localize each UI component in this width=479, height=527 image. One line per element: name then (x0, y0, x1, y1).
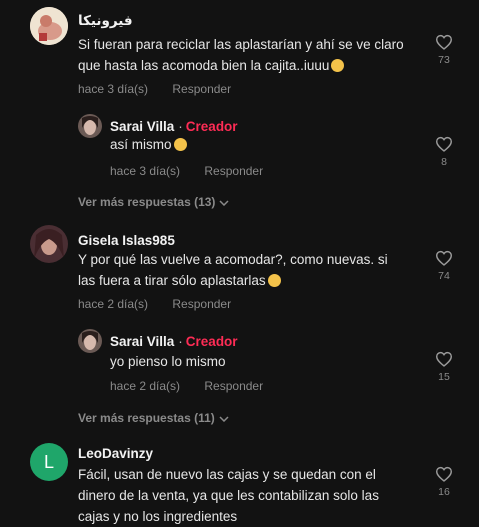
comment-meta: hace 2 día(s) Responder (78, 297, 231, 311)
like-count: 15 (438, 371, 450, 383)
like-button[interactable]: 73 (432, 34, 456, 66)
comment-text-line: dinero de la venta, ya que les contabili… (78, 488, 379, 503)
like-count: 16 (438, 486, 450, 498)
comment-text-line: Si fueran para reciclar las aplastarían … (78, 37, 404, 52)
comment-text-line: Y por qué las vuelve a acomodar?, como n… (78, 252, 388, 267)
creator-badge: Creador (185, 334, 238, 349)
like-button[interactable]: 8 (432, 136, 456, 168)
emoji-icon (173, 138, 187, 151)
like-button[interactable]: 74 (432, 250, 456, 282)
comment-text: Si fueran para reciclar las aplastarían … (78, 34, 404, 76)
reply-button[interactable]: Responder (172, 82, 231, 96)
comment-time: hace 3 día(s) (78, 82, 149, 96)
heart-outline-icon (435, 136, 453, 152)
separator: · (178, 334, 183, 349)
comment-username[interactable]: فيرونيكا (78, 13, 133, 29)
view-more-replies-button[interactable]: Ver más respuestas (11) (78, 411, 229, 425)
reply-meta: hace 3 día(s) Responder (110, 164, 263, 178)
like-count: 74 (438, 270, 450, 282)
chevron-down-icon (219, 200, 229, 206)
view-more-replies-button[interactable]: Ver más respuestas (13) (78, 195, 229, 209)
heart-outline-icon (435, 466, 453, 482)
reply-button[interactable]: Responder (204, 379, 263, 393)
reply-username: Sarai Villa · Creador (110, 119, 238, 134)
reply-meta: hace 2 día(s) Responder (110, 379, 263, 393)
comment-username[interactable]: LeoDavinzy (78, 446, 153, 461)
reply-username: Sarai Villa · Creador (110, 334, 238, 349)
comment-time: hace 2 día(s) (78, 297, 149, 311)
emoji-icon (267, 274, 281, 287)
heart-outline-icon (435, 351, 453, 367)
heart-outline-icon (435, 250, 453, 266)
avatar[interactable] (78, 329, 102, 353)
reply-text: yo pienso lo mismo (110, 354, 226, 369)
comment-text-line: Fácil, usan de nuevo las cajas y se qued… (78, 467, 376, 482)
reply-time: hace 2 día(s) (110, 379, 181, 393)
avatar[interactable] (30, 7, 68, 45)
like-count: 73 (438, 54, 450, 66)
reply-text: así mismo (110, 134, 187, 155)
like-count: 8 (441, 156, 447, 168)
avatar[interactable] (30, 225, 68, 263)
chevron-down-icon (219, 416, 229, 422)
comment-text-line: las fuera a tirar sólo aplastarlas (78, 270, 388, 291)
comment-text: Fácil, usan de nuevo las cajas y se qued… (78, 464, 379, 527)
comment-text-line: que hasta las acomoda bien la cajita..iu… (78, 55, 404, 76)
reply-button[interactable]: Responder (172, 297, 231, 311)
comment-text: Y por qué las vuelve a acomodar?, como n… (78, 249, 388, 291)
like-button[interactable]: 15 (432, 351, 456, 383)
heart-outline-icon (435, 34, 453, 50)
reply-username-text[interactable]: Sarai Villa (110, 119, 174, 134)
like-button[interactable]: 16 (432, 466, 456, 498)
reply-username-text[interactable]: Sarai Villa (110, 334, 174, 349)
reply-time: hace 3 día(s) (110, 164, 181, 178)
comment-text-line: cajas y no los ingredientes (78, 509, 238, 524)
avatar-letter: L (43, 451, 54, 472)
separator: · (178, 119, 183, 134)
comment-meta: hace 3 día(s) Responder (78, 82, 231, 96)
emoji-icon (331, 59, 345, 72)
avatar[interactable]: L (30, 443, 68, 481)
reply-button[interactable]: Responder (204, 164, 263, 178)
creator-badge: Creador (185, 119, 238, 134)
avatar[interactable] (78, 114, 102, 138)
comment-username[interactable]: Gisela Islas985 (78, 233, 175, 248)
